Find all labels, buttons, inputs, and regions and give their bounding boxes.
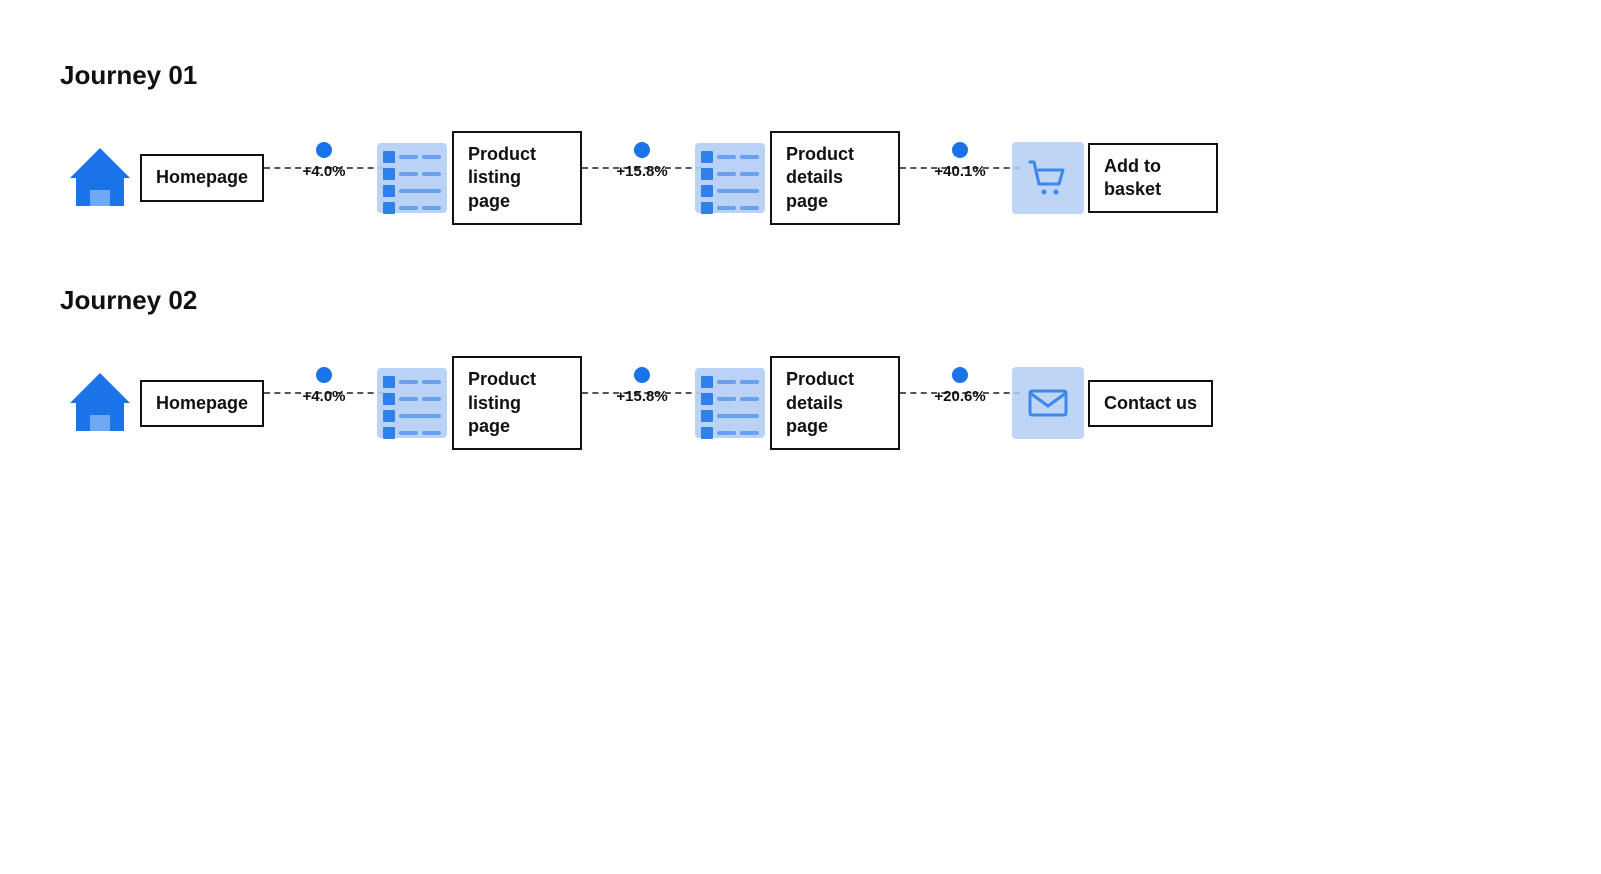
journey-01-title: Journey 01: [60, 60, 1541, 91]
step-homepage-2: Homepage: [60, 363, 264, 443]
list-icon-4: [690, 363, 770, 443]
step-product-details-2-label: Product details page: [770, 356, 900, 450]
step-product-details-1-label: Product details page: [770, 131, 900, 225]
journey-02-section: Journey 02 Homepage +4.0%: [60, 285, 1541, 450]
connector-dot-j2-2: [634, 367, 650, 383]
step-add-to-basket: Add to basket: [1020, 138, 1218, 218]
connector-j2-1: +4.0%: [264, 386, 384, 421]
connector-j2-2: +15.8%: [582, 386, 702, 421]
connector-pct-1: +4.0%: [303, 163, 346, 180]
connector-2: +15.8%: [582, 161, 702, 196]
journey-02-title: Journey 02: [60, 285, 1541, 316]
list-icon-3: [372, 363, 452, 443]
connector-j2-3: +20.6%: [900, 386, 1020, 421]
connector-dot-1: [316, 142, 332, 158]
connector-pct-j2-2: +15.8%: [616, 388, 667, 405]
connector-pct-j2-3: +20.6%: [934, 388, 985, 405]
step-contact-us-label: Contact us: [1088, 380, 1213, 427]
connector-dot-2: [634, 142, 650, 158]
connector-pct-2: +15.8%: [616, 163, 667, 180]
connector-pct-j2-1: +4.0%: [303, 388, 346, 405]
cart-icon: [1008, 138, 1088, 218]
connector-dot-3: [952, 142, 968, 158]
journey-01-section: Journey 01 Homepage +4.0%: [60, 60, 1541, 225]
step-product-listing-1: Product listing page: [384, 131, 582, 225]
step-product-details-1: Product details page: [702, 131, 900, 225]
step-homepage: Homepage: [60, 138, 264, 218]
journey-01-flow: Homepage +4.0% Product listing page: [60, 131, 1541, 225]
journey-02-flow: Homepage +4.0% Product listing page: [60, 356, 1541, 450]
step-contact-us: Contact us: [1020, 363, 1213, 443]
connector-1: +4.0%: [264, 161, 384, 196]
step-product-listing-2: Product listing page: [384, 356, 582, 450]
step-product-listing-1-label: Product listing page: [452, 131, 582, 225]
connector-dot-j2-3: [952, 367, 968, 383]
house-icon: [60, 138, 140, 218]
house-icon-2: [60, 363, 140, 443]
connector-dot-j2-1: [316, 367, 332, 383]
step-add-to-basket-label: Add to basket: [1088, 143, 1218, 214]
list-icon-1: [372, 138, 452, 218]
step-homepage-2-label: Homepage: [140, 380, 264, 427]
envelope-icon: [1008, 363, 1088, 443]
list-icon-2: [690, 138, 770, 218]
step-product-details-2: Product details page: [702, 356, 900, 450]
step-homepage-label: Homepage: [140, 154, 264, 201]
connector-3: +40.1%: [900, 161, 1020, 196]
connector-pct-3: +40.1%: [934, 163, 985, 180]
step-product-listing-2-label: Product listing page: [452, 356, 582, 450]
